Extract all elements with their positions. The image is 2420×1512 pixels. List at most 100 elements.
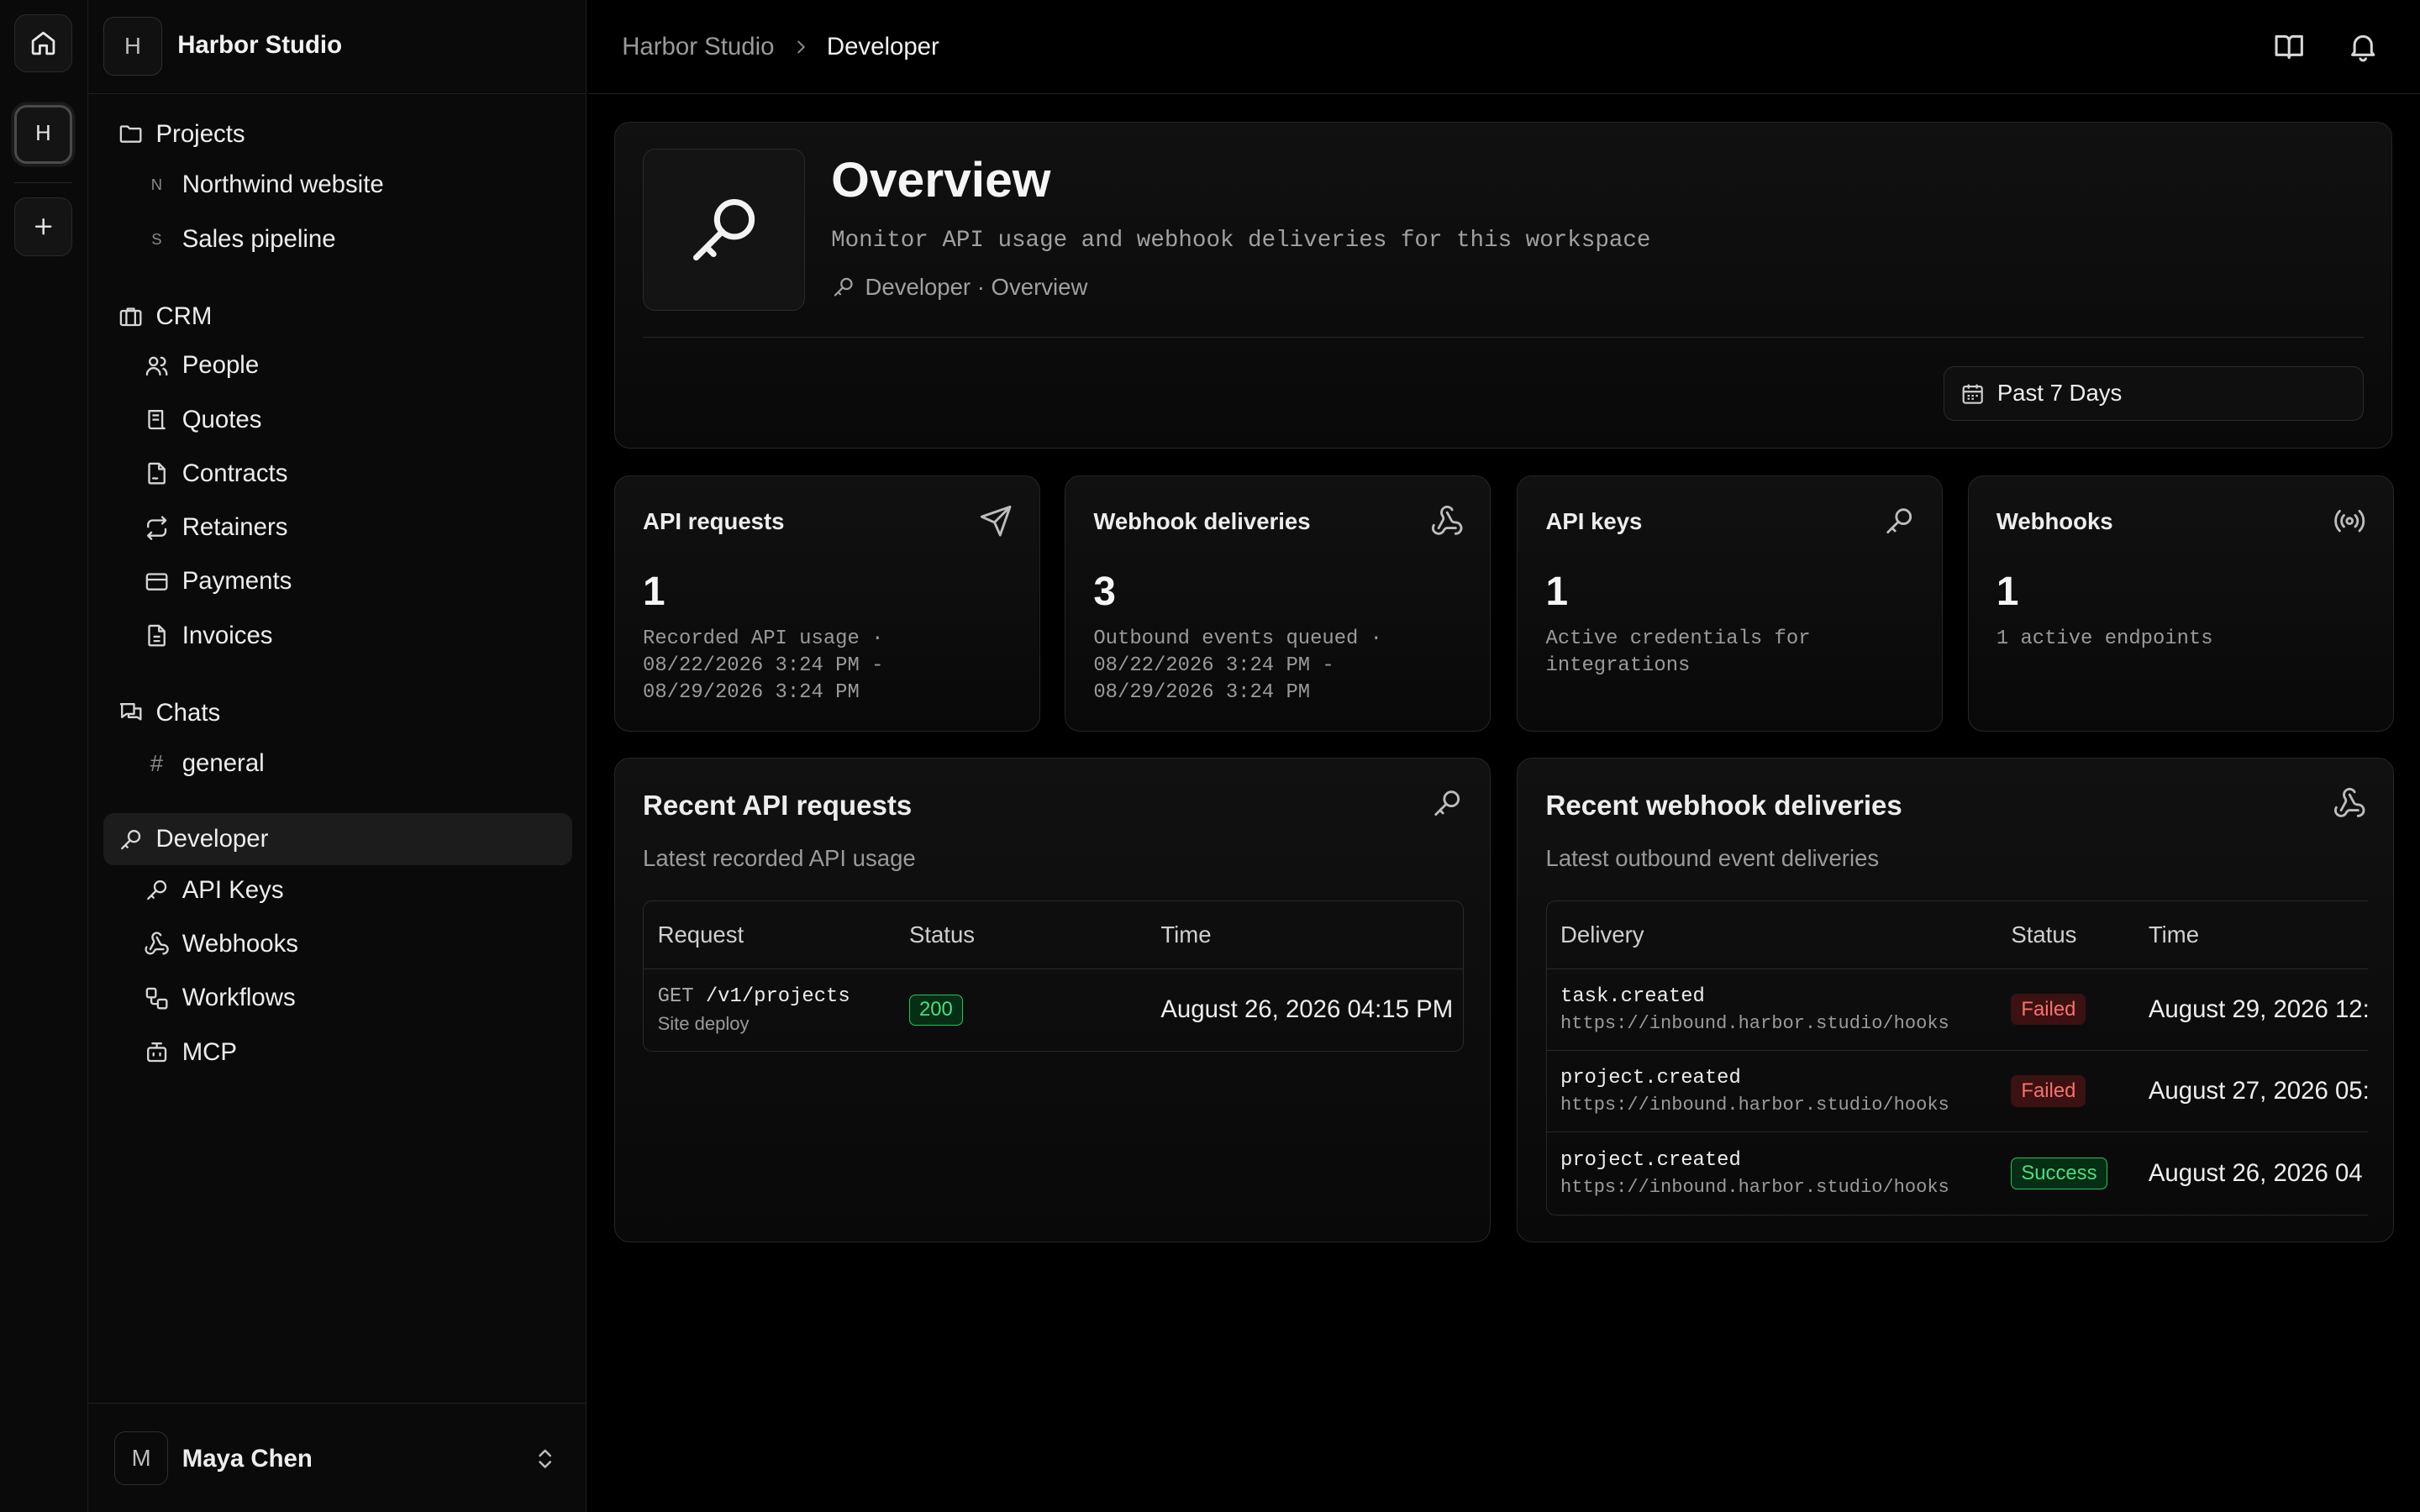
stat-description: Outbound events queued · 08/22/2026 3:24… <box>1093 627 1382 705</box>
sidebar-item-chats[interactable]: Chats <box>103 686 572 738</box>
time-cell: August 26, 2026 04:15 PM <box>1160 995 1454 1024</box>
table-header: Delivery Status Time <box>1546 901 2369 969</box>
table-row[interactable]: project.created https://inbound.harbor.s… <box>1546 1051 2369 1133</box>
add-workspace-button[interactable] <box>13 197 73 256</box>
stat-title: Webhook deliveries <box>1093 508 1311 535</box>
plus-icon <box>34 218 52 235</box>
chevron-right-icon <box>792 38 810 56</box>
page-path-text: Developer · Overview <box>865 274 1088 301</box>
sidebar-item-label: Invoices <box>182 621 273 649</box>
status-cell: Failed <box>2011 1051 2086 1131</box>
file-text-icon <box>144 622 170 648</box>
rail-divider <box>13 181 73 183</box>
request-cell: GET /v1/projects Site deploy <box>658 969 850 1051</box>
bot-icon <box>144 1039 170 1065</box>
sidebar-item-label: Payments <box>182 567 292 596</box>
sidebar-item-label: Webhooks <box>182 930 298 958</box>
workspace-avatar: H <box>103 17 162 76</box>
sidebar-item-mcp[interactable]: MCP <box>103 1026 572 1078</box>
sidebar-item-workflows[interactable]: Workflows <box>103 972 572 1024</box>
send-icon <box>979 504 1013 538</box>
sidebar-item-retainers[interactable]: Retainers <box>103 501 572 554</box>
request-path: /v1/projects <box>705 985 850 1009</box>
stat-card-api-keys: API keys 1 Active credentials for integr… <box>1517 475 1944 732</box>
page-title: Overview <box>831 152 1051 207</box>
sidebar-item-general[interactable]: # general <box>103 738 572 790</box>
project-letter: N <box>150 176 163 194</box>
user-menu[interactable]: M Maya Chen <box>87 1402 587 1512</box>
status-badge: Failed <box>2011 994 2086 1026</box>
date-range-label: Past 7 Days <box>1996 380 2123 407</box>
sidebar-item-projects[interactable]: Projects <box>103 108 572 160</box>
sidebar-item-payments[interactable]: Payments <box>103 555 572 607</box>
time-cell: August 26, 2026 04 <box>2148 1158 2363 1187</box>
section-subtitle: Latest recorded API usage <box>643 844 916 871</box>
sidebar-item-invoices[interactable]: Invoices <box>103 609 572 661</box>
stat-card-webhook-deliveries: Webhook deliveries 3 Outbound events que… <box>1065 475 1491 732</box>
sidebar-item-webhooks[interactable]: Webhooks <box>103 918 572 970</box>
time-cell: August 27, 2026 05: <box>2148 1077 2369 1105</box>
status-badge: Success <box>2011 1158 2107 1189</box>
key-icon <box>1430 786 1464 820</box>
sidebar-item-quotes[interactable]: Quotes <box>103 393 572 445</box>
status-cell: Failed <box>2011 969 2086 1050</box>
avatar: M <box>113 1431 169 1485</box>
home-icon <box>31 31 55 55</box>
key-icon <box>834 278 853 297</box>
status-badge: 200 <box>908 994 963 1026</box>
delivery-url: https://inbound.harbor.studio/hooks <box>1560 1176 1949 1198</box>
page-path: Developer · Overview <box>831 274 1087 301</box>
delivery-cell: project.created https://inbound.harbor.s… <box>1560 1051 1949 1131</box>
sidebar: H Harbor Studio Projects N Northwind web… <box>87 0 587 1512</box>
sidebar-item-label: general <box>182 749 265 778</box>
file-signature-icon <box>144 460 170 486</box>
sidebar-item-label: Developer <box>155 825 269 853</box>
sidebar-item-contracts[interactable]: Contracts <box>103 448 572 500</box>
calendar-icon <box>1962 384 1983 404</box>
docs-button[interactable] <box>2272 29 2306 63</box>
sidebar-item-label: Projects <box>155 119 245 148</box>
key-icon <box>144 877 170 903</box>
webhook-deliveries-table: Delivery Status Time task.created https:… <box>1545 900 2369 1215</box>
sidebar-item-sales-pipeline[interactable]: S Sales pipeline <box>103 213 572 265</box>
stat-title: Webhooks <box>1996 508 2113 535</box>
sidebar-item-api-keys[interactable]: API Keys <box>103 864 572 916</box>
sidebar-item-label: Quotes <box>182 405 262 433</box>
column-header: Status <box>2011 921 2077 948</box>
status-cell: Success <box>2011 1132 2107 1214</box>
divider <box>643 337 2364 338</box>
table-row[interactable]: project.created https://inbound.harbor.s… <box>1547 1132 2369 1214</box>
delivery-cell: project.created https://inbound.harbor.s… <box>1560 1132 1949 1214</box>
stat-description: 1 active endpoints <box>1996 627 2213 650</box>
time-cell: August 29, 2026 12: <box>2148 995 2369 1023</box>
request-method: GET <box>657 985 694 1009</box>
folder-icon <box>118 121 144 147</box>
home-button[interactable] <box>13 13 73 73</box>
overview-panel: Overview Monitor API usage and webhook d… <box>614 122 2392 449</box>
repeat-icon <box>144 515 170 541</box>
sidebar-item-crm[interactable]: CRM <box>103 290 572 342</box>
workflow-icon <box>144 985 170 1011</box>
sidebar-item-developer[interactable]: Developer <box>103 812 573 866</box>
sidebar-item-label: Workflows <box>182 984 296 1012</box>
column-header: Status <box>908 921 976 948</box>
breadcrumb-parent[interactable]: Harbor Studio <box>622 33 774 61</box>
key-icon <box>118 827 144 853</box>
webhook-icon <box>1430 504 1464 538</box>
sidebar-item-northwind-website[interactable]: N Northwind website <box>103 159 572 211</box>
workspace-header[interactable]: H Harbor Studio <box>87 0 587 95</box>
delivery-url: https://inbound.harbor.studio/hooks <box>1560 1094 1949 1116</box>
workspace-switch-button[interactable]: H <box>13 104 73 164</box>
breadcrumb: Harbor Studio Developer <box>622 33 939 61</box>
sidebar-item-label: People <box>182 351 260 380</box>
notifications-button[interactable] <box>2346 29 2380 63</box>
stat-title: API requests <box>643 508 785 535</box>
table-row[interactable]: GET /v1/projects Site deploy 200 August … <box>644 969 1463 1051</box>
stat-value: 1 <box>1996 569 2019 614</box>
date-range-picker[interactable]: Past 7 Days <box>1944 366 2364 421</box>
table-row[interactable]: task.created https://inbound.harbor.stud… <box>1546 969 2369 1051</box>
sidebar-item-people[interactable]: People <box>103 339 572 391</box>
column-header: Time <box>2148 921 2200 948</box>
status-cell: 200 <box>908 969 963 1051</box>
webhook-icon <box>144 931 170 957</box>
